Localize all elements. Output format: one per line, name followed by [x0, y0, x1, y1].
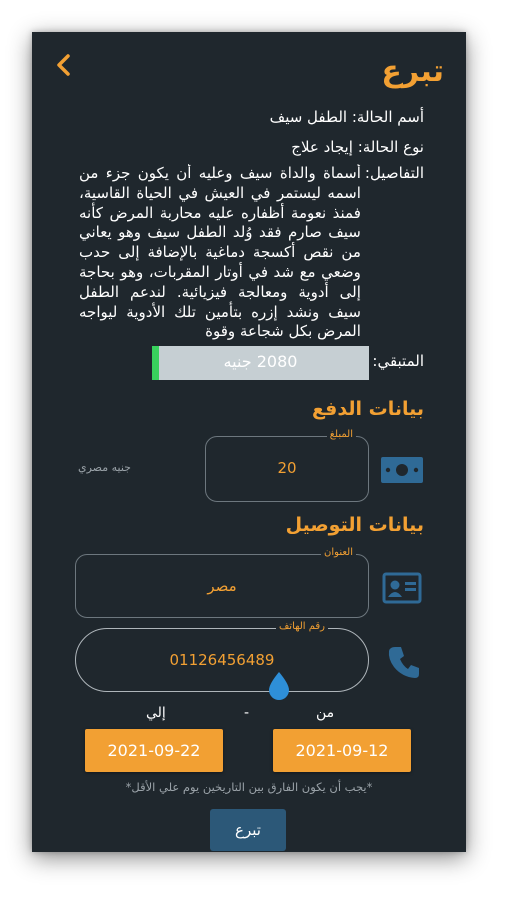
donate-button[interactable]: تبرع — [210, 809, 286, 851]
back-arrow-icon[interactable] — [50, 50, 78, 80]
address-field-label: العنوان — [321, 547, 356, 558]
from-label: من — [316, 705, 335, 721]
remaining-value: 2080 جنيه — [223, 352, 298, 371]
remaining-label: المتبقي: — [372, 352, 424, 370]
date-separator: - — [244, 705, 250, 721]
payment-section-title: بيانات الدفع — [311, 398, 424, 420]
details-label: التفاصيل: — [364, 164, 424, 182]
case-type-label: نوع الحالة: — [357, 138, 424, 156]
amount-field[interactable]: المبلغ 20 — [205, 429, 369, 502]
address-card-icon — [382, 572, 422, 608]
case-type-row: نوع الحالة: إيجاد علاج — [291, 138, 424, 156]
amount-value: 20 — [277, 459, 297, 477]
case-type-value: إيجاد علاج — [291, 138, 353, 156]
cash-icon — [380, 456, 424, 488]
page-title: تبرع — [381, 54, 444, 89]
case-details: التفاصيل: أسماة والداة سيف وعليه أن يكون… — [79, 164, 424, 340]
to-label: إلي — [146, 705, 166, 721]
phone-value: 01126456489 — [169, 651, 275, 669]
donation-screen: تبرع أسم الحالة: الطفل سيف نوع الحالة: إ… — [32, 32, 466, 852]
phone-icon — [386, 644, 422, 684]
delivery-section-title: بيانات التوصيل — [285, 514, 424, 536]
case-name-row: أسم الحالة: الطفل سيف — [270, 108, 424, 126]
phone-field[interactable]: رقم الهاتف 01126456489 — [75, 621, 369, 692]
currency-label: جنيه مصري — [78, 461, 131, 474]
remaining-progress-bar: 2080 جنيه — [152, 346, 369, 380]
phone-field-label: رقم الهاتف — [275, 621, 328, 632]
date-note: *يجب أن يكون الفارق بين التاريخين يوم عل… — [125, 780, 373, 794]
amount-field-label: المبلغ — [326, 429, 356, 440]
from-date-button[interactable]: 2021-09-12 — [273, 729, 411, 772]
to-date-button[interactable]: 2021-09-22 — [85, 729, 223, 772]
details-text: أسماة والداة سيف وعليه أن يكون جزء من اس… — [79, 164, 361, 340]
address-field[interactable]: العنوان مصر — [75, 547, 369, 618]
text-cursor-handle-icon[interactable] — [265, 670, 293, 706]
case-name-label: أسم الحالة: — [351, 108, 424, 126]
case-name-value: الطفل سيف — [269, 108, 348, 126]
address-value: مصر — [207, 577, 237, 595]
